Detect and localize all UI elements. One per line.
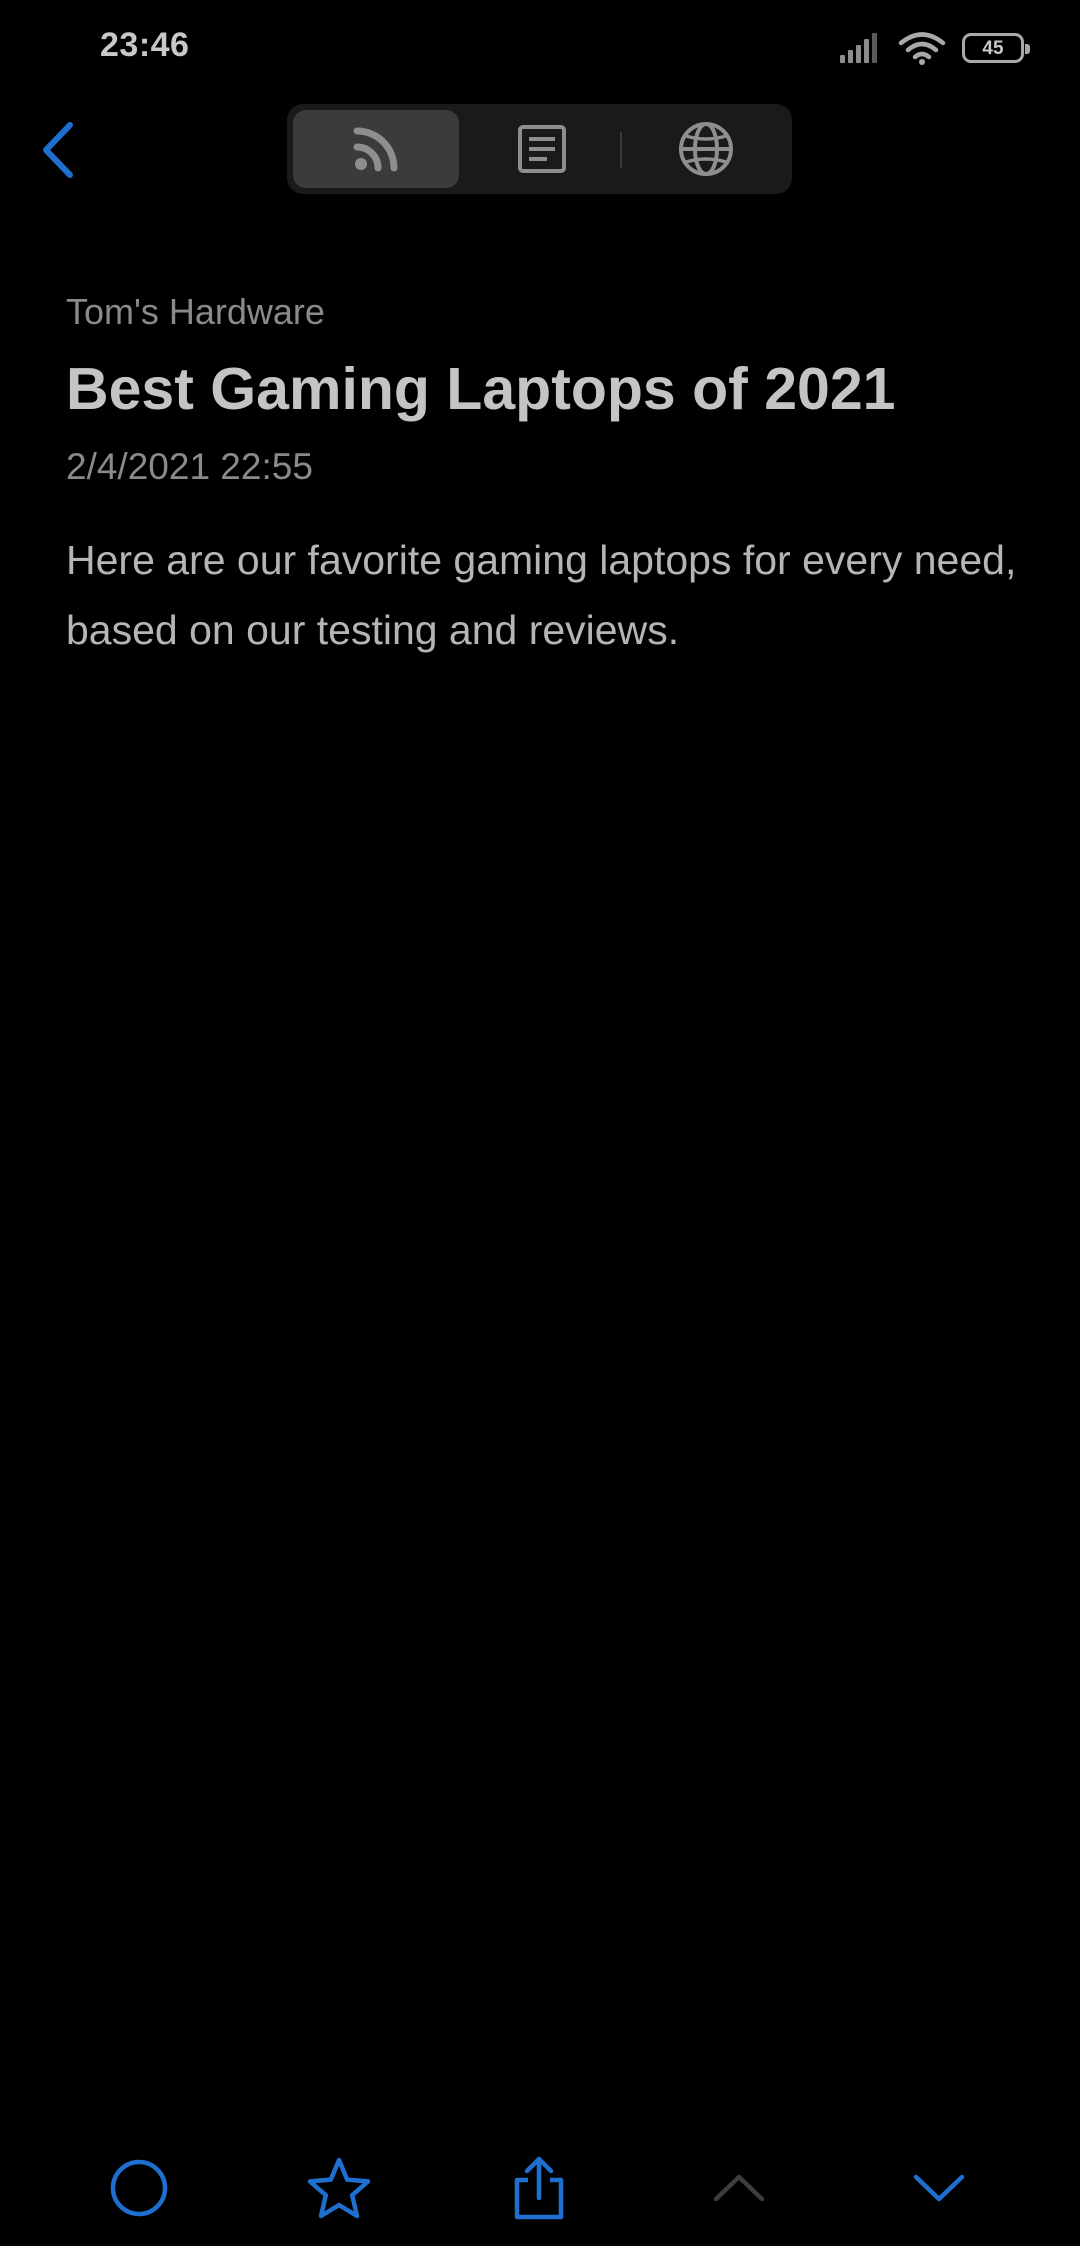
globe-icon	[678, 122, 733, 176]
wifi-icon	[898, 32, 946, 65]
share-button[interactable]	[489, 2140, 589, 2236]
battery-level: 45	[982, 37, 1004, 59]
chevron-up-icon	[713, 2174, 765, 2202]
segment-divider	[620, 132, 622, 168]
star-button[interactable]	[289, 2140, 389, 2236]
cellular-signal-icon	[840, 33, 877, 63]
segment-reader-view[interactable]	[459, 110, 625, 188]
view-mode-segmented-control	[287, 104, 792, 194]
article-content: Tom's Hardware Best Gaming Laptops of 20…	[66, 290, 1026, 665]
article-title[interactable]: Best Gaming Laptops of 2021	[66, 355, 1026, 425]
next-article-button[interactable]	[889, 2140, 989, 2236]
star-icon	[307, 2157, 371, 2219]
battery-indicator: 45	[962, 33, 1030, 63]
back-button[interactable]	[28, 112, 88, 188]
status-icons: 45	[838, 28, 1030, 68]
circle-icon	[110, 2159, 168, 2217]
article-icon	[518, 125, 566, 173]
mark-read-button[interactable]	[89, 2140, 189, 2236]
share-icon	[514, 2156, 564, 2220]
chevron-left-icon	[43, 122, 73, 178]
feed-source[interactable]: Tom's Hardware	[66, 290, 1026, 333]
bottom-toolbar	[0, 2140, 1080, 2240]
status-bar: 23:46 45	[0, 0, 1080, 100]
chevron-down-icon	[913, 2174, 965, 2202]
article-summary: Here are our favorite gaming laptops for…	[66, 537, 1017, 654]
segment-web-view[interactable]	[625, 110, 786, 188]
segment-feed-view[interactable]	[293, 110, 459, 188]
previous-article-button[interactable]	[689, 2140, 789, 2236]
status-time: 23:46	[100, 26, 190, 64]
rss-icon	[353, 127, 398, 172]
article-date: 2/4/2021 22:55	[66, 445, 313, 487]
